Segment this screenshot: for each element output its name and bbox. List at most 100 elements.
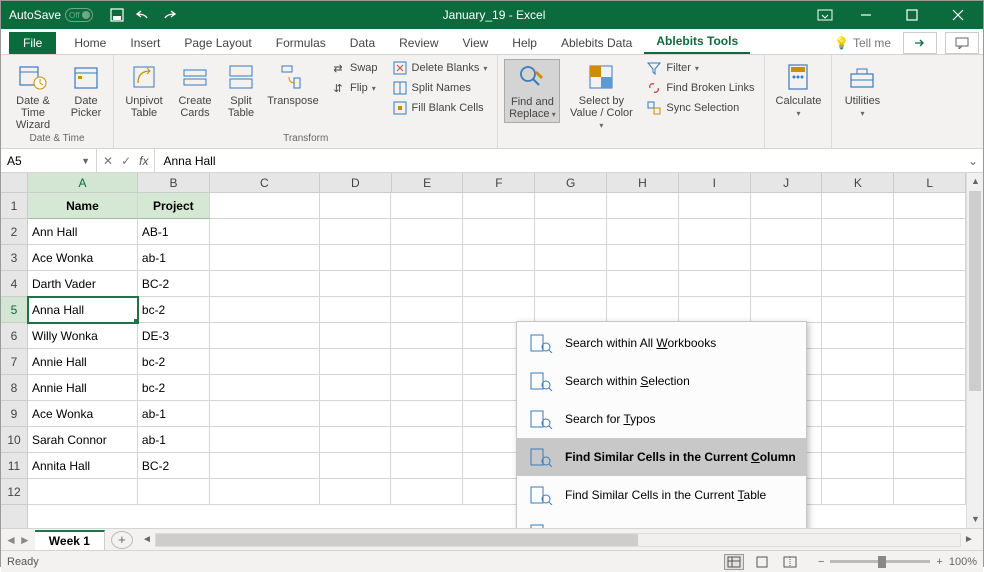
cell[interactable] <box>607 271 679 297</box>
cell[interactable] <box>894 193 966 219</box>
hscroll-left-icon[interactable]: ◄ <box>139 534 155 545</box>
cell[interactable] <box>320 375 392 401</box>
expand-formula-bar-icon[interactable]: ⌄ <box>963 154 983 168</box>
normal-view-icon[interactable] <box>724 554 744 570</box>
row-header[interactable]: 5 <box>1 297 27 323</box>
cell[interactable] <box>320 479 392 505</box>
row-header[interactable]: 8 <box>1 375 27 401</box>
sync-selection-button[interactable]: Sync Selection <box>642 99 758 117</box>
zoom-out-icon[interactable]: − <box>818 556 824 568</box>
cell[interactable] <box>822 245 894 271</box>
sheet-tab-active[interactable]: Week 1 <box>35 530 105 550</box>
autosave-toggle[interactable]: AutoSave Off <box>3 8 99 22</box>
ribbon-options-icon[interactable] <box>807 1 843 29</box>
column-header[interactable]: L <box>894 173 966 192</box>
cell[interactable] <box>391 297 463 323</box>
column-header[interactable]: K <box>822 173 894 192</box>
cell[interactable] <box>463 219 535 245</box>
undo-icon[interactable] <box>131 3 155 27</box>
cell[interactable] <box>607 245 679 271</box>
cell[interactable] <box>320 219 392 245</box>
tab-formulas[interactable]: Formulas <box>264 32 338 54</box>
cell[interactable] <box>210 427 320 453</box>
tab-ablebits-tools[interactable]: Ablebits Tools <box>644 30 750 54</box>
unpivot-table-button[interactable]: Unpivot Table <box>120 59 168 121</box>
row-header[interactable]: 11 <box>1 453 27 479</box>
column-header[interactable]: C <box>210 173 320 192</box>
column-header[interactable]: G <box>535 173 607 192</box>
column-header[interactable]: A <box>28 173 138 192</box>
date-time-wizard-button[interactable]: Date & Time Wizard <box>7 59 59 133</box>
column-header[interactable]: J <box>751 173 823 192</box>
cell[interactable] <box>320 349 392 375</box>
cell[interactable] <box>210 401 320 427</box>
row-header[interactable]: 6 <box>1 323 27 349</box>
add-sheet-button[interactable]: + <box>111 531 133 549</box>
formula-input[interactable]: Anna Hall <box>155 154 963 168</box>
cell[interactable] <box>751 219 823 245</box>
cell[interactable] <box>822 323 894 349</box>
cell[interactable]: Anna Hall <box>28 297 138 323</box>
save-icon[interactable] <box>105 3 129 27</box>
cell[interactable] <box>210 271 320 297</box>
cell[interactable] <box>391 427 463 453</box>
utilities-button[interactable]: Utilities▾ <box>838 59 886 121</box>
cell[interactable] <box>463 193 535 219</box>
zoom-in-icon[interactable]: + <box>936 556 942 568</box>
cell[interactable] <box>463 271 535 297</box>
create-cards-button[interactable]: Create Cards <box>174 59 216 121</box>
row-header[interactable]: 1 <box>1 193 27 219</box>
cell[interactable]: Willy Wonka <box>28 323 138 349</box>
cell[interactable] <box>822 427 894 453</box>
cell[interactable] <box>320 323 392 349</box>
close-icon[interactable] <box>935 1 981 29</box>
cell[interactable]: bc-2 <box>138 375 210 401</box>
tab-home[interactable]: Home <box>62 32 118 54</box>
cell[interactable] <box>822 453 894 479</box>
maximize-icon[interactable] <box>889 1 935 29</box>
cell[interactable] <box>138 479 210 505</box>
name-box[interactable]: A5 ▼ <box>1 149 97 172</box>
cell[interactable] <box>210 479 320 505</box>
cell[interactable] <box>320 453 392 479</box>
tab-data[interactable]: Data <box>338 32 387 54</box>
cell[interactable] <box>210 193 320 219</box>
row-header[interactable]: 3 <box>1 245 27 271</box>
select-all-corner[interactable] <box>1 173 28 193</box>
dropdown-item[interactable]: Find Similar Cells in the Active Sheet <box>517 514 806 528</box>
vertical-scrollbar[interactable]: ▲ ▼ <box>966 173 983 528</box>
cell[interactable] <box>822 219 894 245</box>
cell[interactable] <box>894 375 966 401</box>
cell[interactable] <box>894 349 966 375</box>
delete-blanks-button[interactable]: Delete Blanks ▾ <box>388 59 492 77</box>
cell[interactable]: Annita Hall <box>28 453 138 479</box>
cell[interactable] <box>320 401 392 427</box>
dropdown-item[interactable]: Search for Typos <box>517 400 806 438</box>
column-header[interactable]: I <box>679 173 751 192</box>
cell[interactable]: ab-1 <box>138 427 210 453</box>
row-header[interactable]: 10 <box>1 427 27 453</box>
cell[interactable] <box>463 297 535 323</box>
toggle-switch[interactable]: Off <box>65 8 93 22</box>
cell[interactable] <box>210 219 320 245</box>
scroll-down-icon[interactable]: ▼ <box>967 511 983 528</box>
row-header[interactable]: 9 <box>1 401 27 427</box>
tab-file[interactable]: File <box>9 32 56 54</box>
cell[interactable] <box>894 479 966 505</box>
cell[interactable]: Ace Wonka <box>28 401 138 427</box>
cell[interactable] <box>751 245 823 271</box>
cell[interactable] <box>607 219 679 245</box>
cell[interactable] <box>535 271 607 297</box>
cell[interactable] <box>463 245 535 271</box>
column-header[interactable]: H <box>607 173 679 192</box>
cell[interactable]: AB-1 <box>138 219 210 245</box>
cell[interactable]: ab-1 <box>138 245 210 271</box>
dropdown-item[interactable]: Find Similar Cells in the Current Table <box>517 476 806 514</box>
dropdown-item[interactable]: Search within Selection <box>517 362 806 400</box>
chevron-down-icon[interactable]: ▼ <box>81 156 90 166</box>
cell[interactable]: BC-2 <box>138 453 210 479</box>
tab-page-layout[interactable]: Page Layout <box>172 32 263 54</box>
cell[interactable] <box>210 375 320 401</box>
find-broken-links-button[interactable]: Find Broken Links <box>642 79 758 97</box>
cell[interactable] <box>391 401 463 427</box>
